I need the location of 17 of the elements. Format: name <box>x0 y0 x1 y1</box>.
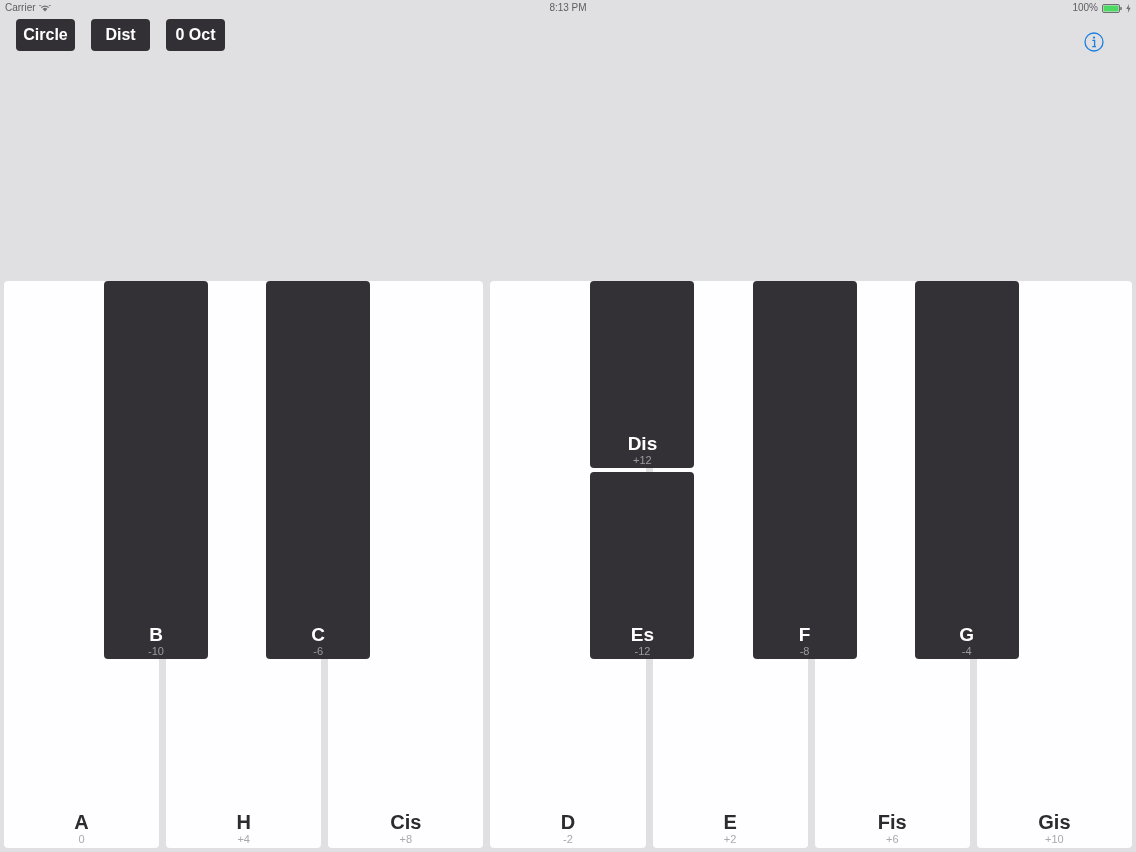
toolbar-button[interactable]: Circle <box>16 18 75 51</box>
carrier-label: Carrier <box>5 2 36 14</box>
battery-icon <box>1102 3 1122 13</box>
sharp-key[interactable]: Es -12 <box>590 472 695 659</box>
sharp-key[interactable]: G -4 <box>914 281 1019 659</box>
sharp-key[interactable]: C -6 <box>266 281 371 659</box>
sharp-key[interactable]: Dis +12 <box>590 281 695 468</box>
sharp-key[interactable]: B -10 <box>104 281 208 659</box>
clock-time: 8:13 PM <box>549 2 587 14</box>
toolbar-button[interactable]: 0 Oct <box>166 18 225 51</box>
battery-percent: 100% <box>1072 2 1098 14</box>
toolbar-button[interactable]: Dist <box>91 18 150 51</box>
charging-bolt-icon <box>1126 3 1131 13</box>
sharp-key[interactable]: F -8 <box>752 281 857 659</box>
info-icon <box>1084 32 1104 52</box>
wifi-icon <box>38 4 51 12</box>
info-button[interactable] <box>1084 32 1104 52</box>
